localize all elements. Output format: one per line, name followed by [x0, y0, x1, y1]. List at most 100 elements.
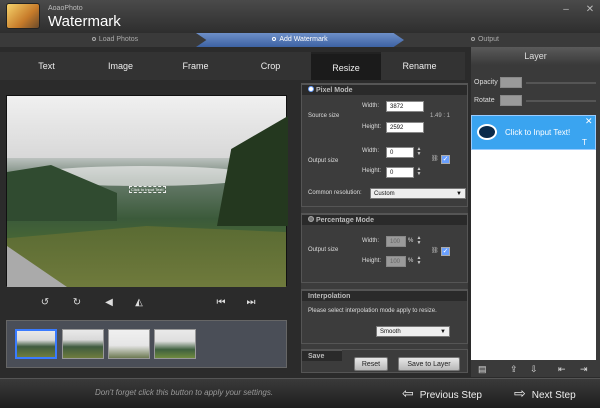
layer-item-selected[interactable]: Click to Input Text! ✕ T — [471, 115, 596, 150]
minimize-icon[interactable]: – — [560, 4, 572, 15]
rotate-label: Rotate — [474, 97, 495, 104]
step-output[interactable]: Output — [420, 33, 550, 47]
chevron-down-icon: ▼ — [440, 329, 446, 335]
aspect-ratio: 1.49 : 1 — [430, 113, 451, 119]
output-width-field[interactable]: 0 — [386, 147, 414, 158]
new-layer-icon[interactable]: ▤ — [478, 364, 487, 375]
export-layer-icon[interactable]: ⇩ — [530, 364, 538, 375]
previous-photo-icon[interactable]: ⏮ — [214, 296, 228, 310]
height-label: Height: — [362, 124, 382, 130]
source-height-field[interactable]: 2592 — [386, 122, 424, 133]
close-icon[interactable]: ✕ — [584, 4, 596, 15]
percentage-mode-section: Percentage Mode Output size Width: 100 %… — [301, 213, 468, 283]
width-stepper-icon[interactable]: ▲ ▼ — [415, 236, 423, 247]
link-ratio-icon: ⛓ — [431, 248, 439, 254]
layer-item-text: Click to Input Text! — [505, 128, 571, 137]
bottom-bar — [0, 378, 600, 408]
layer-title: Layer — [471, 47, 600, 65]
pixel-mode-header[interactable]: Pixel Mode — [302, 84, 467, 95]
output-size-label: Output size — [308, 247, 339, 253]
next-step-button[interactable]: ⇨ Next Step — [514, 381, 576, 405]
import-layer-icon[interactable]: ⇪ — [510, 364, 518, 375]
percent-unit: % — [408, 258, 414, 264]
app-logo-icon — [6, 3, 40, 29]
interpolation-header: Interpolation — [302, 290, 467, 301]
interpolation-select[interactable]: Smooth ▼ — [376, 326, 450, 337]
reset-button[interactable]: Reset — [354, 357, 388, 371]
thumbnail[interactable] — [154, 329, 196, 359]
width-label: Width: — [362, 103, 380, 109]
rotate-field[interactable] — [500, 95, 522, 106]
step-dot-icon — [272, 37, 277, 42]
layer-toolbar: ▤ ⇪ ⇩ ⇤ ⇥ — [474, 364, 596, 376]
step-load-photos[interactable]: Load Photos — [40, 33, 190, 47]
photo-preview[interactable]: Click to Input Text! — [6, 95, 288, 287]
thumbnail[interactable] — [62, 329, 104, 359]
flip-horizontal-icon[interactable]: ◀ — [102, 296, 116, 310]
source-width-field[interactable]: 3872 — [386, 101, 424, 112]
height-stepper-icon[interactable]: ▲ ▼ — [415, 256, 423, 267]
width-stepper-icon[interactable]: ▲ ▼ — [415, 147, 423, 158]
thumbnail[interactable] — [108, 329, 150, 359]
tab-resize[interactable]: Resize — [311, 52, 381, 80]
tab-frame[interactable]: Frame — [163, 52, 228, 80]
rotate-right-icon[interactable]: ↻ — [70, 296, 84, 310]
move-up-icon[interactable]: ⇤ — [558, 364, 566, 375]
thumbnail-strip — [6, 320, 287, 368]
app-brand: AoaoPhoto — [48, 5, 83, 12]
tab-rename[interactable]: Rename — [387, 52, 452, 80]
tab-image[interactable]: Image — [88, 52, 153, 80]
watermark-text-overlay[interactable]: Click to Input Text! — [129, 186, 166, 193]
source-size-label: Source size — [308, 113, 340, 119]
keep-ratio-checkbox[interactable]: ✓ — [441, 155, 450, 164]
common-resolution-label: Common resolution: — [308, 190, 362, 196]
previous-step-button[interactable]: ⇦ Previous Step — [402, 381, 482, 405]
height-label: Height: — [362, 258, 382, 264]
resolution-select[interactable]: Custom ▼ — [370, 188, 466, 199]
link-ratio-icon: ⛓ — [431, 156, 439, 162]
app-title: Watermark — [48, 13, 121, 30]
height-label: Height: — [362, 168, 382, 174]
move-down-icon[interactable]: ⇥ — [580, 364, 588, 375]
opacity-slider[interactable] — [526, 82, 596, 84]
pixel-mode-section: Pixel Mode Source size Width: 3872 Heigh… — [301, 83, 468, 207]
save-to-layer-button[interactable]: Save to Layer — [398, 357, 460, 371]
preview-controls: ↺ ↻ ◀ ◭ ⏮ ⏭ — [6, 296, 287, 316]
interpolation-section: Interpolation Please select interpolatio… — [301, 289, 468, 344]
eye-icon[interactable] — [477, 124, 497, 140]
output-size-label: Output size — [308, 158, 339, 164]
flip-vertical-icon[interactable]: ◭ — [132, 296, 146, 310]
step-dot-icon — [470, 37, 475, 42]
rotate-left-icon[interactable]: ↺ — [38, 296, 52, 310]
output-height-field[interactable]: 0 — [386, 167, 414, 178]
keep-ratio-checkbox[interactable]: ✓ — [441, 247, 450, 256]
percent-height-field[interactable]: 100 — [386, 256, 406, 267]
step-add-watermark[interactable]: Add Watermark — [196, 33, 404, 47]
previous-arrow-icon: ⇦ — [402, 385, 414, 401]
radio-unselected-icon[interactable] — [308, 216, 314, 222]
width-label: Width: — [362, 238, 380, 244]
close-icon[interactable]: ✕ — [585, 116, 593, 127]
apply-hint: Don't forget click this button to apply … — [95, 388, 274, 397]
layer-list — [471, 150, 596, 360]
rotate-slider[interactable] — [526, 100, 596, 102]
thumbnail[interactable] — [15, 329, 57, 359]
radio-selected-icon[interactable] — [308, 86, 314, 92]
percent-unit: % — [408, 238, 414, 244]
save-section: Save Reset Save to Layer — [301, 349, 468, 373]
step-dot-icon — [91, 37, 96, 42]
chevron-down-icon: ▼ — [456, 191, 462, 197]
width-label: Width: — [362, 148, 380, 154]
percentage-mode-header[interactable]: Percentage Mode — [302, 214, 467, 225]
interpolation-hint: Please select interpolation mode apply t… — [308, 308, 437, 314]
opacity-field[interactable] — [500, 77, 522, 88]
tab-text[interactable]: Text — [14, 52, 79, 80]
height-stepper-icon[interactable]: ▲ ▼ — [415, 167, 423, 178]
tab-crop[interactable]: Crop — [238, 52, 303, 80]
next-photo-icon[interactable]: ⏭ — [244, 296, 258, 310]
resize-settings-panel: Pixel Mode Source size Width: 3872 Heigh… — [301, 83, 468, 373]
text-layer-icon: T — [582, 138, 587, 147]
next-arrow-icon: ⇨ — [514, 385, 526, 401]
percent-width-field[interactable]: 100 — [386, 236, 406, 247]
save-header: Save — [302, 350, 342, 361]
